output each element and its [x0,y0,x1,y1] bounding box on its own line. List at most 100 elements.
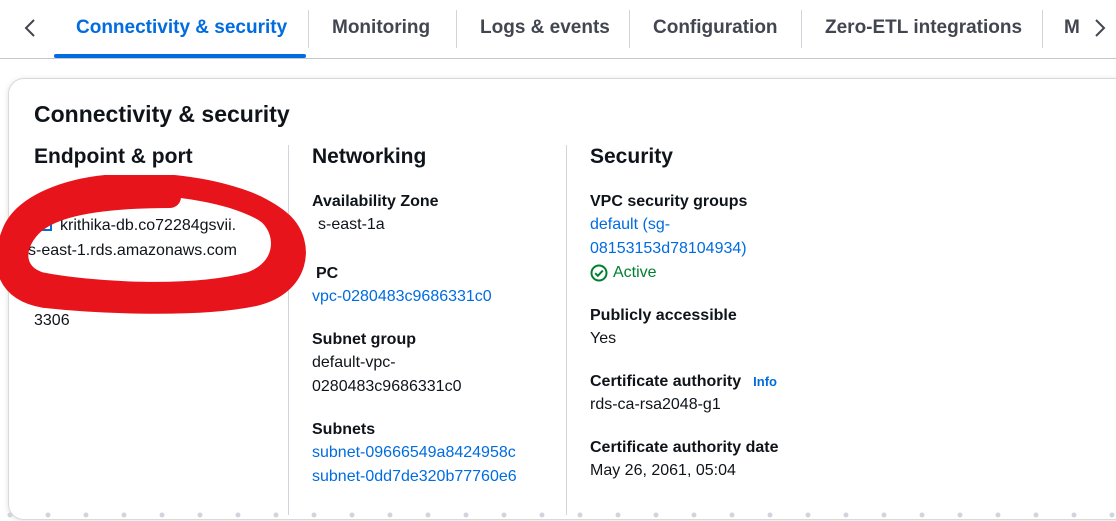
subnet-link[interactable]: subnet-0dd7de320b77760e6 [312,465,562,489]
vpc-security-groups-label: VPC security groups [590,193,748,210]
tab-logs-events[interactable]: Logs & events [458,0,628,56]
endpoint-port-column: Endpoint & port ndpoint krithika-db.co72… [28,145,284,353]
tab-divider [801,10,802,48]
tab-label: M [1064,17,1080,38]
subnets-field: Subnets subnet-09666549a8424958c subnet-… [312,419,562,489]
separator-dot [83,512,89,518]
separator-dot [45,512,51,518]
tab-label: Monitoring [332,17,431,38]
separator-dot [311,512,317,518]
certificate-authority-date-field: Certificate authority date May 26, 2061,… [590,437,910,483]
security-column: Security VPC security groups default (sg… [590,145,910,503]
availability-zone-field: Availability Zone s-east-1a [312,191,562,237]
publicly-accessible-field: Publicly accessible Yes [590,305,910,351]
subnet-link[interactable]: subnet-09666549a8424958c [312,441,562,465]
column-divider [566,145,567,515]
separator-dot [121,512,127,518]
column-divider [288,145,289,515]
tab-label: Connectivity & security [76,17,288,38]
separator-dot [197,512,203,518]
vpc-field: PC vpc-0280483c9686331c0 [312,263,562,309]
info-link[interactable]: Info [753,374,777,389]
connectivity-security-panel: Connectivity & security Endpoint & port … [8,78,1116,520]
security-group-link-line-2[interactable]: 08153153d78104934) [590,237,910,261]
security-group-link-line-1[interactable]: default (sg- [590,213,910,237]
scroll-left-button[interactable] [10,0,50,56]
separator-dot [767,512,773,518]
subnets-label: Subnets [312,421,376,438]
port-value: 3306 [34,312,70,329]
certificate-authority-label-row: Certificate authority Info [590,371,910,393]
tab-maintenance[interactable]: M [1044,0,1080,56]
vpc-link[interactable]: vpc-0280483c9686331c0 [312,285,562,309]
tab-monitoring[interactable]: Monitoring [310,0,456,56]
certificate-authority-value: rds-ca-rsa2048-g1 [590,396,721,413]
tab-zero-etl-integrations[interactable]: Zero-ETL integrations [803,0,1041,56]
scroll-right-button[interactable] [1080,0,1116,56]
subnet-group-value-line-1: default-vpc- [312,354,396,371]
subnet-group-value-line-2: 0280483c9686331c0 [312,378,462,395]
chevron-right-icon [1095,19,1106,37]
tab-divider [456,10,457,48]
endpoint-line-2[interactable]: s-east-1.rds.amazonaws.com [28,239,284,263]
separator-dot [729,512,735,518]
chevron-left-icon [24,19,35,37]
certificate-authority-field: Certificate authority Info rds-ca-rsa2048… [590,371,910,417]
status-text: Active [613,264,657,281]
panel-title: Connectivity & security [34,101,290,127]
separator-dot [273,512,279,518]
separator-dot [881,512,887,518]
separator-dot [349,512,355,518]
check-circle-icon [590,264,608,282]
copy-icon[interactable] [34,213,52,239]
vpc-security-groups-field: VPC security groups default (sg- 0815315… [590,191,910,285]
tab-divider [308,10,309,48]
subnet-group-label: Subnet group [312,331,416,348]
publicly-accessible-value: Yes [590,330,617,347]
tab-label: Configuration [653,17,778,38]
vpc-label: PC [316,265,339,282]
endpoint-value: krithika-db.co72284gsvii. [34,213,284,239]
status-badge: Active [590,261,910,285]
subnet-group-field: Subnet group default-vpc- 0280483c968633… [312,329,562,399]
certificate-authority-date-value: May 26, 2061, 05:04 [590,462,736,479]
separator-dot [387,512,393,518]
separator-dot [691,512,697,518]
separator-dot [805,512,811,518]
tab-divider [1042,10,1043,48]
separator-dot [501,512,507,518]
separator-dot [957,512,963,518]
port-field: Port 3306 [34,287,284,333]
endpoint-label: ndpoint [48,193,107,210]
port-label: Port [34,289,66,306]
separator-dot [843,512,849,518]
tab-connectivity-security[interactable]: Connectivity & security [54,0,306,58]
networking-column: Networking Availability Zone s-east-1a P… [312,145,562,509]
separator-dot [577,512,583,518]
separator-dot [1033,512,1039,518]
security-heading: Security [590,145,673,168]
separator-dot [7,512,13,518]
certificate-authority-label: Certificate authority [590,373,742,390]
separator-dot [425,512,431,518]
tab-configuration[interactable]: Configuration [631,0,799,56]
separator-dot [539,512,545,518]
endpoint-line-1[interactable]: krithika-db.co72284gsvii. [60,217,236,234]
availability-zone-label: Availability Zone [312,193,439,210]
separator-dot [235,512,241,518]
dotted-separator [7,512,1115,518]
separator-dot [995,512,1001,518]
tab-bar: Connectivity & security Monitoring Logs … [0,0,1116,59]
separator-dot [1071,512,1077,518]
publicly-accessible-label: Publicly accessible [590,307,737,324]
tab-label: Logs & events [480,17,610,38]
separator-dot [653,512,659,518]
separator-dot [463,512,469,518]
availability-zone-value: s-east-1a [318,216,385,233]
endpoint-port-heading: Endpoint & port [34,145,193,168]
endpoint-field: ndpoint krithika-db.co72284gsvii. s-east… [28,191,284,263]
separator-dot [159,512,165,518]
certificate-authority-date-label: Certificate authority date [590,439,779,456]
tab-divider [629,10,630,48]
separator-dot [615,512,621,518]
